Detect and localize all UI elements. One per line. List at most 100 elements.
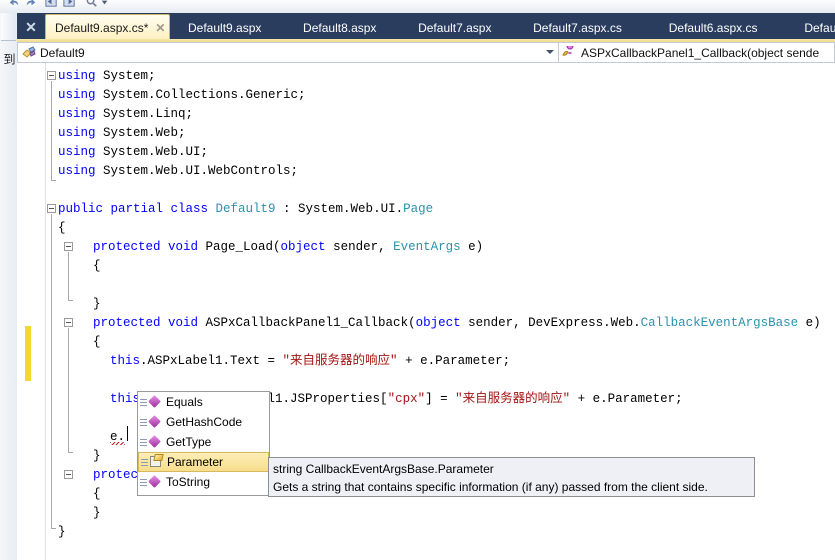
selection-margin[interactable]: [17, 63, 46, 560]
code-token: .ASPxLabel1.Text =: [140, 354, 283, 368]
document-tab-label: Default7.aspx: [418, 21, 492, 35]
code-token: + e.Parameter;: [397, 354, 511, 368]
chevron-down-icon[interactable]: [546, 50, 554, 54]
code-token: ASPxCallbackPanel1_Callback(: [205, 316, 416, 330]
code-line: protected void ASPxCallbackPanel1_Callba…: [93, 314, 821, 333]
type-dropdown[interactable]: Default9: [17, 42, 559, 63]
code-token: "来自服务器的响应": [455, 392, 571, 406]
code-token: "来自服务器的响应": [282, 354, 398, 368]
code-token: System.Web.UI.WebControls;: [103, 164, 299, 178]
toolbox-docked-tab[interactable]: 到: [1, 53, 16, 77]
outline-guide-class-end: [51, 528, 56, 529]
code-line: }: [93, 295, 101, 314]
code-token: e): [460, 240, 484, 254]
code-line: [58, 238, 88, 257]
code-token: {: [93, 487, 101, 501]
method-icon: [148, 395, 162, 409]
code-token: using: [58, 69, 104, 83]
outline-collapse-pageload[interactable]: [64, 242, 73, 251]
navigate-back-icon[interactable]: [44, 0, 59, 9]
outline-collapse-callback[interactable]: [64, 318, 73, 327]
code-token: Default9: [215, 202, 276, 216]
outline-guide-pageload: [68, 252, 69, 300]
code-token: this: [110, 354, 141, 368]
document-tab-default7-aspx-cs[interactable]: Default7.aspx.cs: [524, 15, 631, 41]
toolbar-overflow-icon[interactable]: [98, 0, 113, 9]
intellisense-item-tostring[interactable]: ToString: [138, 472, 269, 492]
find-icon[interactable]: [84, 0, 99, 9]
code-token: + e.Parameter;: [570, 392, 683, 406]
code-line: {: [93, 333, 101, 352]
code-token: }: [58, 525, 66, 539]
code-line: public partial class Default9 : System.W…: [58, 200, 433, 219]
code-line: }: [93, 504, 101, 523]
member-scope-bars-icon: [141, 456, 148, 468]
intellisense-item-label: GetType: [166, 435, 212, 449]
outline-collapse-class[interactable]: [47, 204, 56, 213]
code-token: CallbackEventArgsBase: [640, 316, 799, 330]
code-token: {: [93, 335, 101, 349]
intellisense-item-parameter[interactable]: Parameter: [138, 452, 269, 472]
intellisense-item-equals[interactable]: Equals: [138, 392, 269, 412]
navigation-bar: Default9 ASPxCallbackPanel1_Callback(obj…: [17, 42, 835, 64]
code-token: using: [58, 107, 104, 121]
code-token: sender,: [325, 240, 394, 254]
code-token: Page: [403, 202, 434, 216]
main-toolbar[interactable]: [0, 0, 835, 14]
code-token: {: [93, 259, 101, 273]
left-dock-tab-header[interactable]: [1, 13, 16, 41]
class-icon: [21, 45, 37, 60]
code-token: System;: [103, 69, 156, 83]
outline-collapse-callback2[interactable]: [64, 470, 73, 479]
document-tab-default9-aspx-cs-[interactable]: Default9.aspx.cs* ✕: [45, 14, 171, 41]
document-tab-default6-aspx[interactable]: Default6.aspx: [795, 15, 835, 41]
text-caret: [127, 426, 128, 441]
code-line: using System.Web.UI.WebControls;: [58, 162, 298, 181]
code-token: "cpx": [387, 392, 426, 406]
navigate-forward-icon[interactable]: [62, 0, 77, 9]
document-tab-default6-aspx-cs[interactable]: Default6.aspx.cs: [660, 15, 767, 41]
code-token: System.Collections.Generic;: [103, 88, 306, 102]
code-line: this.ASPxLabel1.Text = "来自服务器的响应" + e.Pa…: [110, 352, 510, 371]
intellisense-item-label: GetHashCode: [166, 415, 243, 429]
code-token: object: [415, 316, 461, 330]
tab-close-icon[interactable]: ✕: [155, 21, 165, 35]
code-token: using: [58, 164, 104, 178]
document-tab-default9-aspx[interactable]: Default9.aspx: [179, 15, 270, 41]
document-tab-label: Default6.aspx: [804, 21, 835, 35]
code-token: e): [798, 316, 821, 330]
code-line: using System.Web;: [58, 124, 186, 143]
code-line: using System.Web.UI;: [58, 143, 208, 162]
intellisense-item-label: Equals: [166, 395, 203, 409]
intellisense-item-gethashcode[interactable]: GetHashCode: [138, 412, 269, 432]
intellisense-completion-list[interactable]: Equals GetHashCode GetType Parameter ToStrin…: [137, 391, 270, 496]
code-token: }: [93, 506, 101, 520]
outline-guide-pageload-end: [68, 300, 73, 301]
document-tab-default7-aspx[interactable]: Default7.aspx: [409, 15, 500, 41]
redo-icon[interactable]: [24, 0, 39, 9]
quick-info-description: Gets a string that contains specific inf…: [273, 480, 708, 494]
code-token: protected void: [93, 316, 206, 330]
code-token: System.Web;: [103, 126, 186, 140]
method-icon: [148, 415, 162, 429]
intellisense-item-label: ToString: [166, 475, 211, 489]
property-icon: [149, 455, 163, 469]
code-token: protec: [93, 468, 139, 482]
code-token: System.Web.UI;: [103, 145, 209, 159]
code-token: using: [58, 145, 104, 159]
member-scope-bars-icon: [140, 396, 147, 408]
code-token: }: [93, 297, 101, 311]
undo-icon[interactable]: [6, 0, 21, 9]
document-tab-label: Default9.aspx.cs*: [55, 21, 149, 35]
intellisense-item-label: Parameter: [167, 455, 224, 469]
outline-guide-class: [51, 214, 52, 528]
intellisense-item-gettype[interactable]: GetType: [138, 432, 269, 452]
code-token: System.Linq;: [103, 107, 194, 121]
document-tab-default8-aspx[interactable]: Default8.aspx: [294, 15, 385, 41]
code-token: }: [93, 449, 101, 463]
member-dropdown[interactable]: ASPxCallbackPanel1_Callback(object sende: [559, 42, 835, 63]
method-event-icon: [562, 42, 578, 60]
code-line: protec: [93, 466, 138, 485]
outline-collapse-using[interactable]: [47, 71, 56, 80]
close-icon[interactable]: ✕: [17, 13, 45, 41]
